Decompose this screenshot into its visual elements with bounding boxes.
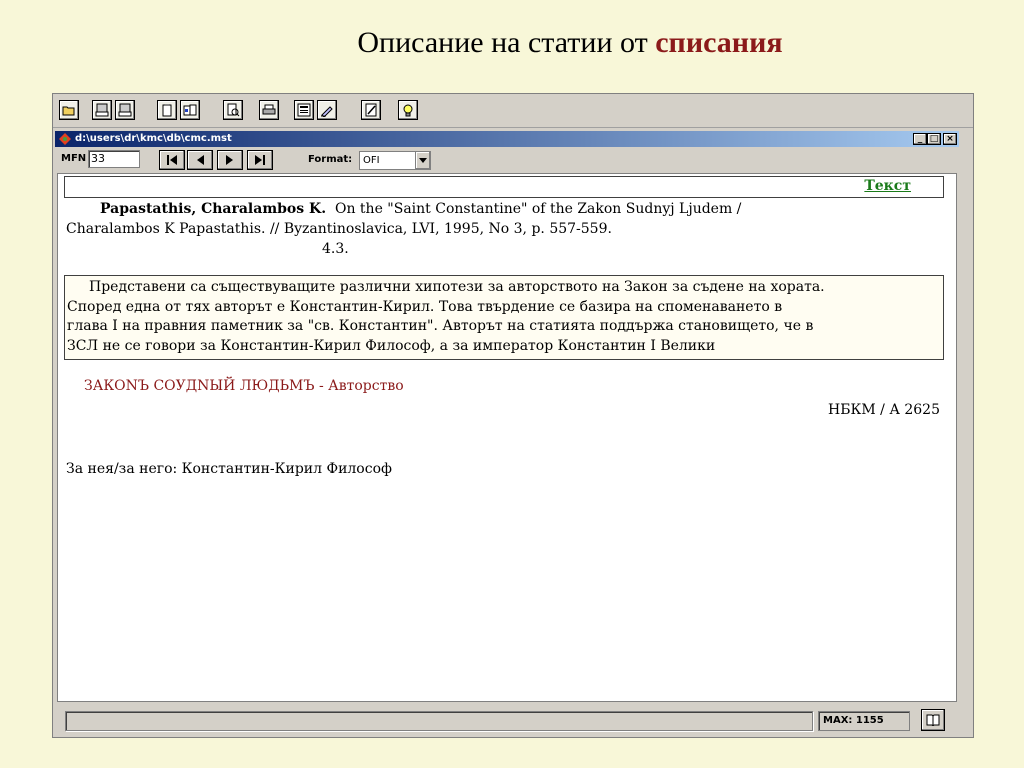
clipboard-icon[interactable] (180, 100, 200, 120)
isis-application-window: d:\users\dr\kmc\db\cmc.mst _ □ × MFN 33 … (52, 93, 974, 738)
label-box: Текст (64, 176, 944, 198)
book-icon (926, 714, 940, 726)
status-message (65, 711, 813, 731)
slide-title-main: Описание на статии от (357, 26, 648, 59)
subject-heading: ЗАКОNЪ СОУДNЫЙ ЛЮДЬМЪ - Авторство (84, 378, 404, 394)
next-record-button[interactable] (217, 150, 243, 170)
document-window: d:\users\dr\kmc\db\cmc.mst _ □ × MFN 33 … (55, 131, 959, 736)
abstract-line: ЗСЛ не се говори за Константин-Кирил Фил… (67, 337, 716, 354)
minimize-button[interactable]: _ (913, 133, 927, 145)
record-code: 4.3. (322, 241, 349, 257)
next-icon (226, 155, 233, 165)
max-records: MAX: 1155 (818, 711, 910, 731)
previous-record-button[interactable] (187, 150, 213, 170)
notepad-icon[interactable] (361, 100, 381, 120)
prev-icon (197, 155, 204, 165)
record-title: On the "Saint Constantine" of the Zakon … (334, 201, 742, 217)
format-value: OFI (363, 155, 380, 166)
record-display: Текст Papastathis, Charalambos K. On the… (57, 173, 957, 702)
save-icon[interactable] (294, 100, 314, 120)
tip-icon[interactable] (398, 100, 418, 120)
main-toolbar (53, 94, 973, 128)
abstract-box: Представени са съществуващите различни х… (64, 275, 944, 360)
abstract-line: Според една от тях авторът е Константин-… (67, 298, 783, 315)
abstract-line: глава I на правния паметник за "св. Конс… (67, 318, 814, 335)
dropdown-arrow-icon[interactable] (415, 152, 430, 169)
format-label: Format: (308, 154, 353, 165)
rtf-export-icon[interactable] (115, 100, 135, 120)
text-link[interactable]: Текст (864, 178, 911, 194)
txt-export-icon[interactable] (92, 100, 112, 120)
slide-title-accent: списания (655, 26, 783, 59)
edit-icon[interactable] (317, 100, 337, 120)
last-icon (255, 155, 265, 165)
record-author: Papastathis, Charalambos K. (100, 201, 327, 217)
document-path: d:\users\dr\kmc\db\cmc.mst (75, 133, 232, 144)
document-titlebar: d:\users\dr\kmc\db\cmc.mst _ □ × (55, 131, 959, 147)
last-record-button[interactable] (247, 150, 273, 170)
abstract-line: Представени са съществуващите различни х… (89, 279, 825, 295)
open-folder-icon[interactable] (59, 100, 79, 120)
format-select[interactable]: OFI (359, 151, 431, 170)
shelf-mark: НБКМ / А 2625 (828, 402, 940, 418)
status-bar: MAX: 1155 (55, 706, 959, 734)
app-icon (59, 133, 71, 145)
preview-icon[interactable] (223, 100, 243, 120)
navigation-bar: MFN 33 Format: OFI (55, 148, 959, 172)
first-icon (167, 155, 177, 165)
copy-icon[interactable] (157, 100, 177, 120)
mfn-label: MFN (61, 153, 87, 164)
record-source: Charalambos K Papastathis. // Byzantinos… (66, 221, 612, 237)
bibliographic-description: Papastathis, Charalambos K. On the "Sain… (66, 199, 936, 259)
about-person: За нея/за него: Константин-Кирил Философ (66, 461, 392, 477)
book-button[interactable] (921, 709, 945, 731)
mfn-input[interactable]: 33 (88, 150, 140, 168)
close-button[interactable]: × (943, 133, 957, 145)
slide-title: Описание на статии от списания (0, 26, 1024, 60)
print-icon[interactable] (259, 100, 279, 120)
maximize-button[interactable]: □ (927, 133, 941, 145)
first-record-button[interactable] (159, 150, 185, 170)
